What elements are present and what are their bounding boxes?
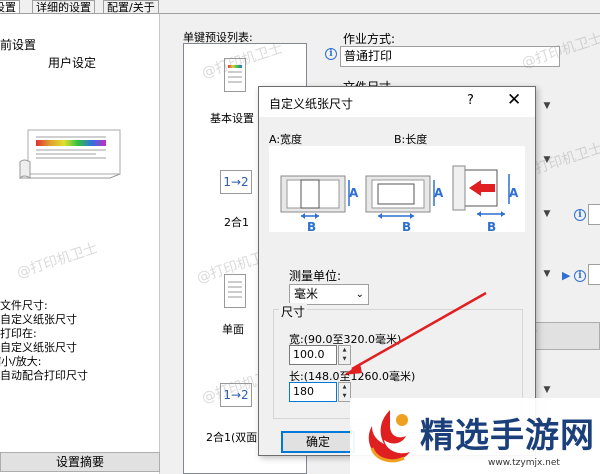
logo-mark-icon	[368, 410, 410, 463]
dialog-titlebar[interactable]: 自定义纸张尺寸 ? ✕	[259, 87, 535, 117]
scale-value: 自动配合打印尺寸	[0, 369, 88, 382]
job-mode-select[interactable]: 普通打印	[340, 46, 560, 67]
two-up-icon: 1→2	[220, 170, 252, 194]
label-a: A	[434, 186, 444, 200]
logo-url: www.tzymjx.net	[488, 458, 560, 468]
label-b: B	[402, 220, 412, 234]
label-a: A	[349, 186, 359, 200]
user-settings-label: 用户设定	[48, 56, 97, 70]
label-b: B	[487, 220, 497, 234]
dialog-title: 自定义纸张尺寸	[269, 97, 354, 111]
help-icon[interactable]: ?	[467, 93, 474, 108]
tab-detailed-settings[interactable]: 详细的设置	[32, 0, 95, 14]
info-icon[interactable]: i	[325, 48, 337, 60]
chevron-down-icon[interactable]: ▼	[540, 204, 554, 224]
preset-item-single-side[interactable]: 单面	[222, 321, 244, 337]
unit-select-value: 毫米	[294, 287, 319, 301]
preset-item-2in1-duplex[interactable]: 2合1(双面	[206, 429, 257, 445]
chevron-down-icon[interactable]: ▼	[540, 96, 554, 116]
current-settings-label: 前设置	[0, 38, 37, 52]
two-up-icon: 1→2	[220, 383, 252, 407]
printer-length-icon	[365, 175, 435, 219]
width-heading: A:宽度	[269, 133, 303, 146]
document-icon	[224, 58, 246, 92]
length-input[interactable]: 180	[289, 382, 337, 402]
paper-preview-icon	[19, 129, 121, 180]
left-panel: 前设置 用户设定 文件尺寸: 自定义纸张尺寸 打印在: 自定义纸张尺寸 缩小/放…	[0, 14, 160, 474]
chevron-down-icon[interactable]: ▼	[540, 380, 554, 400]
info-icon[interactable]: i	[574, 209, 586, 221]
right-edge-field[interactable]	[588, 264, 600, 285]
paper-orientation-illustration: A B A B A B	[269, 146, 525, 234]
annotation-arrow	[344, 291, 487, 375]
length-heading: B:长度	[394, 133, 428, 146]
preset-item-basic[interactable]: 基本设置	[210, 110, 254, 126]
ok-button[interactable]: 确定	[281, 431, 355, 453]
unit-label: 测量单位:	[289, 269, 342, 283]
printer-width-icon	[280, 175, 350, 219]
tab-strip: 设置 详细的设置 配置/关于	[0, 0, 600, 15]
settings-summary-button[interactable]: 设置摘要	[0, 452, 160, 472]
tab-config-about[interactable]: 配置/关于	[103, 0, 159, 14]
document-icon	[224, 274, 246, 308]
step-down-icon[interactable]: ▼	[339, 392, 350, 401]
right-edge-select[interactable]	[588, 204, 600, 225]
play-icon[interactable]: ▶	[562, 269, 570, 282]
label-a: A	[509, 186, 519, 200]
logo-name: 精选手游网	[420, 416, 595, 456]
close-icon[interactable]: ✕	[507, 90, 521, 110]
info-icon[interactable]: i	[574, 270, 586, 282]
chevron-down-icon[interactable]: ▼	[540, 264, 554, 284]
size-group-label: 尺寸	[279, 303, 308, 320]
label-b: B	[307, 220, 317, 234]
chevron-down-icon[interactable]: ▼	[540, 150, 554, 170]
site-logo: 精选手游网 www.tzymjx.net	[350, 398, 600, 474]
preset-item-2in1[interactable]: 2合1	[224, 214, 249, 230]
job-mode-label: 作业方式:	[343, 32, 396, 46]
width-input[interactable]: 100.0	[289, 345, 337, 365]
